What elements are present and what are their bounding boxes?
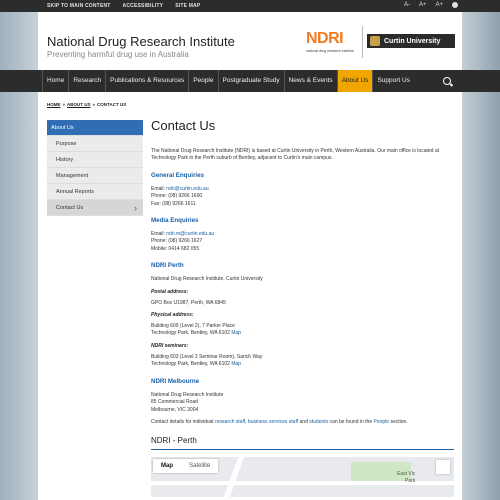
staff-contact-text: Contact details for individual research … — [151, 419, 454, 426]
nav-research[interactable]: Research — [68, 70, 105, 92]
utility-bar: SKIP TO MAIN CONTENT ACCESSIBILITY SITE … — [0, 0, 500, 12]
breadcrumb-separator: » — [92, 102, 96, 107]
physical-address-line2: Technology Park, Bentley, WA 6102 Map — [151, 330, 454, 337]
map-type-toggle: Map Satellite — [153, 459, 219, 474]
font-increase-button[interactable]: A+ — [419, 2, 427, 8]
physical-address-label: Physical address: — [151, 312, 194, 319]
seminars-address-line1: Building 603 (Level 2 Seminar Room), Sar… — [151, 353, 263, 360]
staff-text-mid: can be found in the — [328, 418, 374, 425]
breadcrumb-separator: » — [62, 102, 66, 107]
general-email-link[interactable]: ndri@curtin.edu.au — [166, 186, 208, 192]
nav-support-us[interactable]: Support Us — [372, 70, 414, 92]
logo-divider — [362, 26, 363, 58]
font-increase-more-button[interactable]: A+ — [435, 2, 443, 8]
curtin-crest-icon — [370, 36, 380, 46]
melbourne-line2: 85 Commercial Road — [151, 399, 198, 406]
search-icon[interactable] — [443, 77, 451, 85]
site-map-link[interactable]: SITE MAP — [175, 3, 200, 9]
students-link[interactable]: students — [309, 419, 328, 425]
nav-about-us[interactable]: About Us — [336, 70, 373, 92]
site-tagline: Preventing harmful drug use in Australia — [47, 50, 189, 59]
melbourne-line3: Melbourne, VIC 3004 — [151, 406, 199, 413]
breadcrumb: HOME » ABOUT US » CONTACT US — [47, 102, 126, 107]
skip-to-main-link[interactable]: SKIP TO MAIN CONTENT — [47, 3, 111, 9]
map-label: Park — [405, 478, 416, 485]
font-decrease-button[interactable]: A- — [404, 2, 410, 8]
main-content-area: HOME » ABOUT US » CONTACT US About Us Pu… — [38, 92, 462, 500]
site-header: National Drug Research Institute Prevent… — [38, 12, 462, 70]
research-staff-link[interactable]: research staff — [215, 419, 245, 425]
media-mobile: Mobile: 0414 682 055 — [151, 245, 200, 252]
physical-address-line1: Building 609 (Level 2), 7 Parker Place — [151, 323, 235, 330]
physical-address-suburb: Technology Park, Bentley, WA 6102 — [151, 330, 232, 337]
breadcrumb-about-us[interactable]: ABOUT US — [67, 102, 91, 107]
sidebar-item-label: Contact Us — [56, 205, 84, 211]
postal-address: GPO Box U1987, Perth, WA 6845 — [151, 299, 226, 306]
font-size-controls: A- A+ A+ — [404, 2, 458, 8]
settings-icon[interactable] — [452, 2, 458, 8]
email-label: Email: — [151, 231, 167, 238]
curtin-logo[interactable]: Curtin University — [367, 34, 455, 48]
chevron-right-icon: › — [134, 203, 137, 213]
main-nav-items: Home Research Publications & Resources P… — [42, 70, 414, 92]
people-link[interactable]: People — [373, 419, 389, 425]
physical-map-link[interactable]: Map — [231, 330, 241, 336]
sidebar-item-purpose[interactable]: Purpose — [47, 136, 143, 152]
melbourne-line1: National Drug Research Institute — [151, 391, 224, 398]
media-email-line: Email: ndri.m@curtin.edu.au — [151, 231, 454, 238]
embedded-map[interactable]: Map Satellite East Vic Park — [151, 457, 454, 498]
business-services-staff-link[interactable]: business services staff — [248, 419, 298, 425]
map-tab-satellite[interactable]: Satellite — [181, 459, 218, 473]
map-section-title: NDRI - Perth — [151, 436, 454, 451]
general-email-line: Email: ndri@curtin.edu.au — [151, 186, 454, 193]
staff-text-prefix: Contact details for individual — [151, 418, 215, 425]
accessibility-link[interactable]: ACCESSIBILITY — [123, 3, 164, 9]
nav-publications[interactable]: Publications & Resources — [105, 70, 188, 92]
sidebar-nav: About Us Purpose History Management Annu… — [47, 120, 143, 216]
nav-news-events[interactable]: News & Events — [283, 70, 337, 92]
seminars-label: NDRI seminars: — [151, 342, 189, 349]
ndri-perth-heading: NDRI Perth — [151, 262, 184, 270]
map-tab-map[interactable]: Map — [153, 459, 181, 473]
seminars-address-suburb: Technology Park, Bentley, WA 6102 — [151, 361, 232, 368]
intro-text: The National Drug Research Institute (ND… — [151, 148, 439, 162]
general-enquiries-heading: General Enquiries — [151, 171, 204, 179]
perth-org: National Drug Research Institute, Curtin… — [151, 276, 263, 283]
sidebar-item-management[interactable]: Management — [47, 168, 143, 184]
ndri-logo-text: NDRI — [306, 30, 344, 47]
seminars-map-link[interactable]: Map — [231, 361, 241, 367]
general-phone: Phone: (08) 9266 1600 — [151, 193, 203, 200]
nav-postgraduate-study[interactable]: Postgraduate Study — [217, 70, 284, 92]
seminars-address-line2: Technology Park, Bentley, WA 6102 Map — [151, 361, 454, 368]
main-nav: Home Research Publications & Resources P… — [0, 70, 500, 92]
breadcrumb-home[interactable]: HOME — [47, 102, 61, 107]
media-email-link[interactable]: ndri.m@curtin.edu.au — [166, 231, 214, 237]
map-road — [223, 457, 245, 498]
email-label: Email: — [151, 185, 167, 192]
page-content: Contact Us The National Drug Research In… — [151, 118, 454, 498]
sidebar-item-about-us[interactable]: About Us — [47, 120, 143, 136]
utility-links: SKIP TO MAIN CONTENT ACCESSIBILITY SITE … — [47, 3, 200, 9]
nav-people[interactable]: People — [188, 70, 217, 92]
ndri-melbourne-heading: NDRI Melbourne — [151, 377, 200, 385]
curtin-logo-text: Curtin University — [384, 37, 441, 45]
page-title: Contact Us — [151, 118, 216, 133]
staff-text-sep: and — [298, 418, 310, 425]
map-label: East Vic — [397, 471, 416, 478]
general-fax: Fax: (08) 9266 1611 — [151, 200, 196, 207]
ndri-logo-subtext: national drug research institute — [306, 49, 354, 53]
media-enquiries-heading: Media Enquiries — [151, 217, 199, 225]
ndri-logo[interactable]: NDRI national drug research institute — [306, 30, 358, 56]
breadcrumb-current: CONTACT US — [97, 102, 127, 107]
nav-home[interactable]: Home — [42, 70, 68, 92]
site-title[interactable]: National Drug Research Institute — [47, 34, 235, 49]
sidebar-item-contact-us[interactable]: Contact Us › — [47, 200, 143, 216]
fullscreen-icon[interactable] — [436, 460, 450, 475]
sidebar-item-annual-reports[interactable]: Annual Reports — [47, 184, 143, 200]
media-phone: Phone: (08) 9266 1627 — [151, 238, 203, 245]
postal-address-label: Postal address: — [151, 288, 189, 295]
sidebar-item-history[interactable]: History — [47, 152, 143, 168]
staff-text-suffix: section. — [389, 418, 408, 425]
